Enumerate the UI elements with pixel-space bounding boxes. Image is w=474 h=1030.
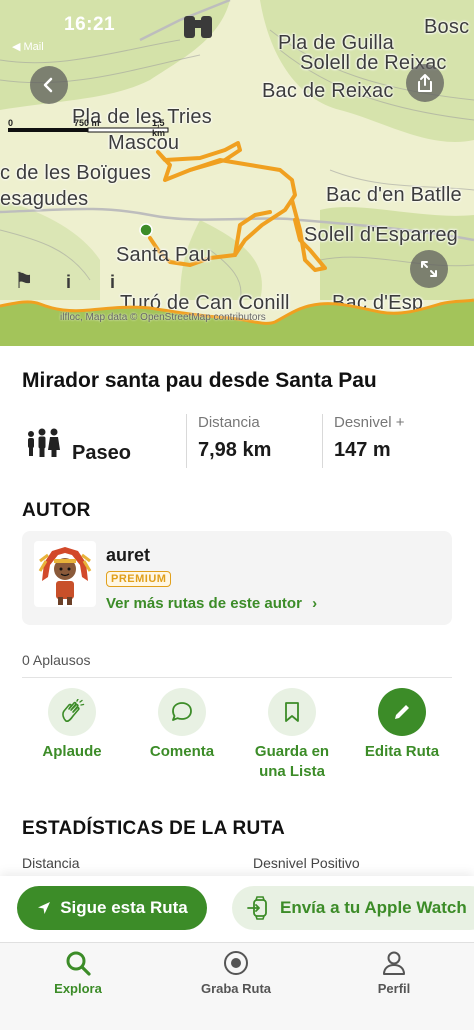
map-label: Santa Pau	[116, 244, 212, 266]
tab-explora-label: Explora	[54, 981, 102, 996]
back-to-app-link[interactable]: ◀ Mail	[12, 40, 44, 53]
back-button[interactable]	[30, 66, 68, 104]
route-map[interactable]: Bosc Pla de Guilla Solell de Reixac Bac …	[0, 0, 474, 346]
divider	[322, 414, 323, 468]
share-icon	[418, 74, 432, 92]
premium-badge: PREMIUM	[106, 571, 172, 587]
applause-count: 0 Aplausos	[22, 652, 91, 668]
info-icon: i	[110, 272, 116, 292]
distance-stat: Distancia 7,98 km	[198, 414, 271, 462]
map-label: Solell d'Esparreg	[304, 224, 458, 246]
comment-circle	[158, 688, 206, 736]
map-label: Bac d'en Batlle	[326, 184, 462, 206]
scale-label-end: 1,5 km	[152, 118, 166, 138]
navigation-arrow-icon	[38, 902, 51, 914]
tab-explora[interactable]: Explora	[18, 947, 138, 996]
binoculars-icon[interactable]	[180, 8, 216, 44]
watch-icon	[247, 896, 267, 920]
stats-distance-label: Distancia	[22, 855, 80, 871]
follow-route-label: Sigue esta Ruta	[60, 898, 188, 917]
clap-icon	[62, 699, 85, 722]
map-label: esagudes	[0, 188, 89, 210]
edit-circle	[378, 688, 426, 736]
bookmark-circle	[268, 688, 316, 736]
flag-icon: ⚑	[14, 268, 34, 293]
applaud-button[interactable]: Aplaude	[22, 688, 122, 762]
expand-map-button[interactable]	[410, 250, 448, 288]
follow-route-button[interactable]: Sigue esta Ruta	[17, 886, 207, 930]
map-label: c de les Boïgues	[0, 162, 152, 184]
applaud-circle	[48, 688, 96, 736]
send-to-watch-label: Envía a tu Apple Watch	[280, 898, 467, 917]
tab-perfil-label: Perfil	[377, 981, 411, 996]
stats-section-title: ESTADÍSTICAS DE LA RUTA	[22, 818, 286, 839]
back-icon	[43, 77, 53, 93]
map-label: Bosc	[424, 16, 470, 38]
send-to-watch-button[interactable]: Envía a tu Apple Watch	[232, 886, 474, 930]
chevron-right-icon: ›	[312, 595, 318, 612]
avatar	[34, 541, 96, 607]
edit-route-label: Edita Ruta	[364, 743, 440, 760]
expand-icon	[421, 261, 437, 277]
person-icon	[383, 951, 405, 975]
stats-elevation-label: Desnivel Positivo	[253, 855, 360, 871]
scale-label-mid: 750 m	[74, 118, 100, 128]
elevation-stat: Desnivel + 147 m	[334, 414, 404, 462]
distance-label: Distancia	[198, 414, 260, 431]
author-name[interactable]: auret	[106, 545, 150, 566]
divider	[186, 414, 187, 468]
tab-graba-ruta[interactable]: Graba Ruta	[176, 947, 296, 996]
status-time: 16:21	[64, 14, 116, 35]
author-section-title: AUTOR	[22, 500, 91, 521]
bookmark-icon	[285, 702, 299, 722]
tab-perfil[interactable]: Perfil	[334, 947, 454, 996]
tab-graba-ruta-label: Graba Ruta	[200, 981, 272, 996]
route-type-label: Paseo	[72, 442, 131, 464]
applaud-label: Aplaude	[42, 743, 102, 760]
elevation-label: Desnivel +	[334, 414, 405, 431]
map-scale: 0 750 m 1,5 km	[8, 118, 178, 139]
divider	[22, 677, 452, 678]
route-summary: Paseo Distancia 7,98 km Desnivel + 147 m	[22, 414, 452, 468]
edit-route-button[interactable]: Edita Ruta	[352, 688, 452, 762]
comment-button[interactable]: Comenta	[132, 688, 232, 762]
record-icon	[224, 951, 248, 975]
family-icon	[28, 428, 60, 457]
search-icon	[66, 951, 91, 976]
scale-label-start: 0	[8, 118, 14, 128]
save-to-list-button[interactable]: Guarda en una Lista	[242, 688, 342, 782]
tab-bar: Explora Graba Ruta Perfil	[0, 942, 474, 1030]
more-routes-link[interactable]: Ver más rutas de este autor ›	[106, 595, 317, 612]
save-to-list-label: Guarda en una Lista	[254, 743, 330, 780]
route-type: Paseo	[22, 414, 186, 468]
pencil-icon	[395, 705, 409, 719]
comment-icon	[172, 702, 192, 721]
elevation-value: 147 m	[334, 439, 391, 461]
share-button[interactable]	[406, 64, 444, 102]
map-attribution: ilfloc, Map data © OpenStreetMap contrib…	[60, 312, 266, 323]
route-title: Mirador santa pau desde Santa Pau	[22, 369, 377, 392]
more-routes-label: Ver más rutas de este autor	[106, 595, 302, 612]
cta-bar: Sigue esta Ruta Envía a tu Apple Watch	[0, 876, 474, 942]
comment-label: Comenta	[149, 743, 215, 760]
map-label: Bac de Reixac	[262, 80, 394, 102]
author-card[interactable]: auret PREMIUM Ver más rutas de este auto…	[22, 531, 452, 625]
distance-value: 7,98 km	[198, 439, 272, 461]
info-icon: i	[66, 272, 72, 292]
